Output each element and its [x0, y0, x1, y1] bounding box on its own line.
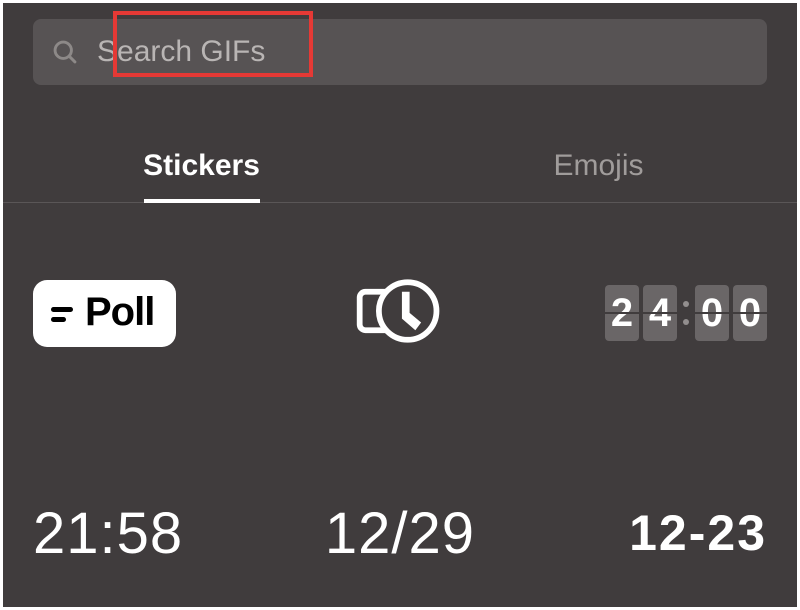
search-bar[interactable]: [33, 19, 767, 85]
sticker-bookmark-clock[interactable]: [278, 263, 523, 364]
time-text: 21:58: [33, 500, 183, 567]
date-text: 12/29: [325, 500, 475, 567]
search-icon: [51, 38, 79, 66]
flip-digit: 4: [643, 285, 677, 341]
sticker-picker-panel: Stickers Emojis Poll: [3, 3, 797, 607]
flip-digit: 2: [605, 285, 639, 341]
sticker-grid: Poll 2 4 0: [33, 253, 767, 607]
tab-emojis[interactable]: Emojis: [400, 129, 797, 202]
sticker-poll[interactable]: Poll: [33, 280, 278, 347]
flipclock: 2 4 0 0: [605, 285, 767, 341]
tab-label: Emojis: [553, 149, 643, 183]
sticker-flipclock[interactable]: 2 4 0 0: [522, 285, 767, 341]
sticker-time-21-58[interactable]: 21:58: [33, 500, 278, 567]
date-text: 12-23: [629, 504, 767, 562]
tab-label: Stickers: [143, 149, 260, 183]
sticker-date-12-29[interactable]: 12/29: [278, 500, 523, 567]
sticker-date-12-23[interactable]: 12-23: [522, 504, 767, 562]
tabs: Stickers Emojis: [3, 129, 797, 203]
sticker-row: Poll 2 4 0: [33, 253, 767, 373]
tab-stickers[interactable]: Stickers: [3, 129, 400, 202]
bookmark-clock-icon: [352, 263, 448, 364]
sticker-row: 21:58 12/29 12-23: [33, 493, 767, 573]
poll-lines-icon: [51, 307, 75, 322]
poll-chip: Poll: [33, 280, 176, 347]
search-input[interactable]: [97, 35, 749, 69]
flip-digit: 0: [733, 285, 767, 341]
flip-colon-icon: [681, 301, 691, 325]
poll-label: Poll: [85, 290, 154, 335]
flip-digit: 0: [695, 285, 729, 341]
